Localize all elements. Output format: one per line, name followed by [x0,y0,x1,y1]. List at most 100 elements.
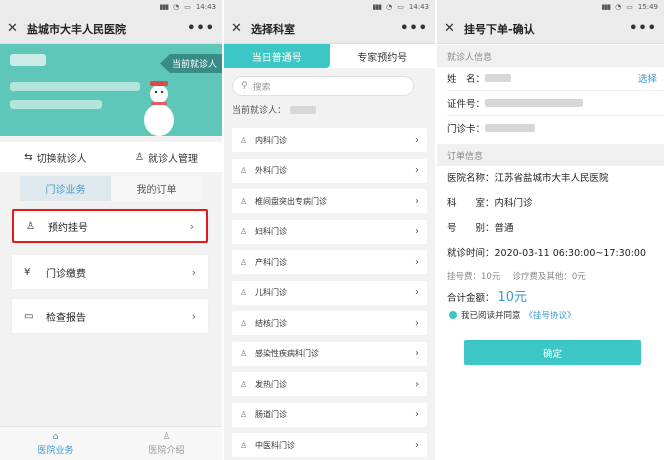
bottom-nav: ⌂ 医院业务 ♙ 医院介绍 [0,426,222,460]
person-icon: ♙ [240,257,248,267]
total-label: 合计金额： [447,293,495,304]
card-icon: ▭ [24,310,34,322]
department-item[interactable]: ♙ 妇科门诊 › [232,219,427,244]
person-icon: ♙ [240,349,248,358]
switch-patient-button[interactable]: ⇆ 切换就诊人 [0,150,111,165]
nav-hospital-business[interactable]: ⌂ 医院业务 [0,427,111,460]
choose-patient-link[interactable]: 选择 [638,71,657,85]
signal-icon: ▮▮▮ [601,3,612,11]
tab-same-day[interactable]: 当日普通号 [224,44,330,68]
status-time: 14:43 [408,3,429,11]
chevron-right-icon: › [415,134,419,146]
person-icon: ♙ [240,318,248,328]
home-icon: ⌂ [52,431,59,442]
signal-icon: ▮▮▮ [372,3,383,11]
search-placeholder: 搜索 [252,82,271,93]
wifi-icon: ◔ [615,3,622,11]
page-title: 选择科室 [251,22,295,36]
close-icon[interactable]: ✕ [7,21,23,36]
confirm-button[interactable]: 确定 [464,340,641,365]
menu-label: 预约挂号 [48,222,88,234]
search-input[interactable]: ⚲ 搜索 [232,76,414,96]
agreement-link[interactable]: 《挂号协议》 [525,309,576,321]
battery-icon: ▭ [626,3,633,11]
current-patient-label: 当前就诊人： [232,106,287,116]
department-label: 肠道门诊 [255,410,287,419]
chevron-right-icon: › [415,378,419,390]
department-item[interactable]: ♙ 内科门诊 › [232,128,427,152]
agree-radio[interactable] [449,311,457,319]
chevron-right-icon: › [191,309,196,323]
chevron-right-icon: › [415,439,419,451]
department-item[interactable]: ♙ 结核门诊 › [232,311,427,335]
chevron-right-icon: › [415,287,419,298]
snowman-illustration [144,81,174,136]
title-bar: ✕ 挂号下单-确认 ••• [437,14,664,44]
department-label: 发热门诊 [255,379,287,389]
more-icon[interactable]: ••• [400,21,428,36]
patient-name-redacted [485,74,512,82]
patient-actions-bar: ⇆ 切换就诊人 ♙ 就诊人管理 [0,142,222,172]
report-menu-item[interactable]: ▭ 检查报告 › [12,299,208,333]
person-icon: ♙ [240,196,248,206]
department-item[interactable]: ♙ 发热门诊 › [232,372,427,396]
department-label: 椎间盘突出专病门诊 [255,196,327,206]
hospital-home-screen: ▮▮▮ ◔ ▭ 14:43 ✕ 盐城市大丰人民医院 ••• 当前就诊人 ⇆ 切换… [0,0,222,460]
agreement-row: 我已阅读并同意 《挂号协议》 [449,309,576,321]
menu-label: 门诊缴费 [46,268,86,280]
user-icon: ♙ [162,431,171,442]
person-icon: ♙ [240,379,248,389]
nav-label: 医院业务 [37,445,74,456]
other-fee: 诊疗费及其他：0元 [512,272,586,282]
tab-expert[interactable]: 专家预约号 [330,44,436,68]
tab-my-orders[interactable]: 我的订单 [111,176,202,201]
department-item[interactable]: ♙ 外科门诊 › [232,158,427,183]
department-item[interactable]: ♙ 儿科门诊 › [232,280,427,305]
more-icon[interactable]: ••• [629,21,657,36]
battery-icon: ▭ [184,3,191,11]
more-icon[interactable]: ••• [187,21,215,36]
tab-outpatient[interactable]: 门诊业务 [20,176,111,201]
page-title: 盐城市大丰人民医院 [27,22,126,36]
page-title: 挂号下单-确认 [464,22,535,36]
department-item[interactable]: ♙ 产科门诊 › [232,250,427,274]
nav-hospital-intro[interactable]: ♙ 医院介绍 [111,427,222,460]
status-bar: ▮▮▮ ◔ ▭ 15:49 [437,0,664,14]
department-item[interactable]: ♙ 椎间盘突出专病门诊 › [232,189,427,213]
id-number-redacted [485,99,584,107]
person-icon: ♙ [240,440,248,450]
appointment-menu-item[interactable]: ♙ 预约挂号 › [12,209,208,243]
department-label: 结核门诊 [255,318,287,328]
card-label: 门诊卡： [447,124,486,135]
chevron-right-icon: › [189,219,194,233]
department-label: 内科门诊 [255,135,287,145]
divider [447,115,664,116]
id-label: 证件号： [447,99,486,110]
close-icon[interactable]: ✕ [231,21,247,36]
department-label: 中医科门诊 [255,440,295,450]
patient-name-redacted [10,54,46,66]
hospital-row: 医院名称：江苏省盐城市大丰人民医院 [447,173,609,184]
yuan-icon: ¥ [24,266,31,278]
person-icon: ♙ [240,410,248,419]
department-label: 妇科门诊 [255,227,287,236]
department-item[interactable]: ♙ 感染性疾病科门诊 › [232,341,427,366]
search-icon: ⚲ [241,81,248,91]
status-bar: ▮▮▮ ◔ ▭ 14:43 [224,0,435,14]
status-bar: ▮▮▮ ◔ ▭ 14:43 [0,0,222,14]
switch-icon: ⇆ [24,151,33,163]
close-icon[interactable]: ✕ [444,21,460,36]
menu-label: 检查报告 [46,312,86,324]
payment-menu-item[interactable]: ¥ 门诊缴费 › [12,255,208,289]
title-bar: ✕ 盐城市大丰人民医院 ••• [0,14,222,44]
department-item[interactable]: ♙ 中医科门诊 › [232,433,427,457]
battery-icon: ▭ [397,3,404,11]
current-patient: 当前就诊人： [232,103,317,116]
wifi-icon: ◔ [386,3,393,11]
department-label: 儿科门诊 [255,288,287,297]
patient-info-redacted [10,82,140,91]
person-icon: ♙ [135,151,144,163]
department-item[interactable]: ♙ 肠道门诊 › [232,402,427,427]
card-number-redacted [485,124,536,132]
manage-patient-button[interactable]: ♙ 就诊人管理 [111,150,222,165]
